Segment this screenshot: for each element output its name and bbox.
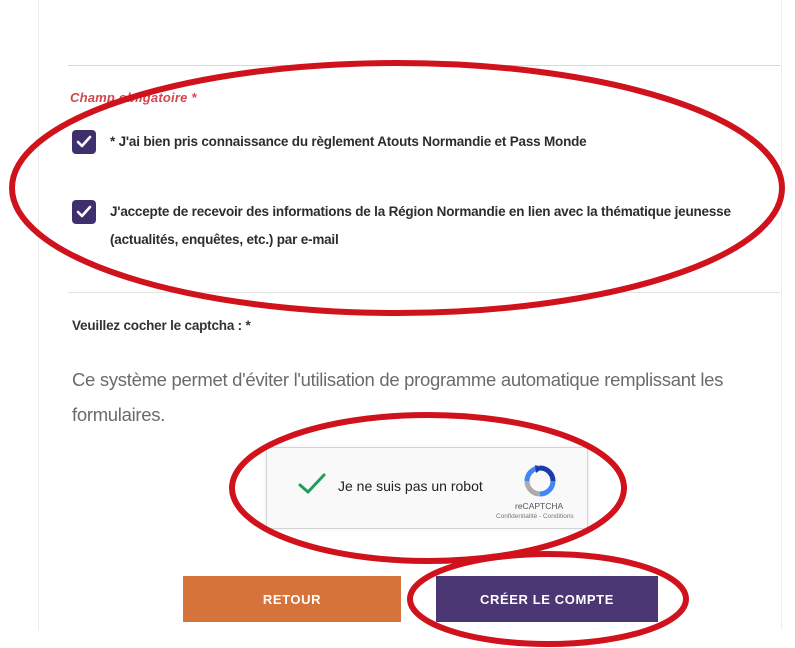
consent-info-checkbox[interactable] <box>72 200 96 224</box>
recaptcha-widget[interactable]: Je ne suis pas un robot reCAPTCHA Confid… <box>266 447 588 529</box>
captcha-title: Veuillez cocher le captcha : * <box>72 318 251 333</box>
recaptcha-links[interactable]: Confidentialité - Conditions <box>496 513 574 520</box>
checkmark-icon <box>76 135 92 148</box>
consent-info-label-line1: J'accepte de recevoir des informations d… <box>110 204 731 219</box>
consent-rules-checkbox[interactable] <box>72 130 96 154</box>
create-account-button[interactable]: CRÉER LE COMPTE <box>436 576 658 622</box>
consent-rules-label: * J'ai bien pris connaissance du règleme… <box>110 134 587 149</box>
back-button[interactable]: RETOUR <box>183 576 401 622</box>
recaptcha-logo-icon <box>524 465 556 497</box>
recaptcha-checkmark-icon[interactable] <box>297 472 327 496</box>
captcha-description: Ce système permet d'éviter l'utilisation… <box>72 369 724 425</box>
required-field-note: Champ obligatoire * <box>70 90 197 105</box>
recaptcha-label: Je ne suis pas un robot <box>338 478 483 494</box>
checkmark-icon <box>76 205 92 218</box>
recaptcha-brand: reCAPTCHA <box>515 501 564 511</box>
divider-top <box>68 65 780 66</box>
divider-middle <box>68 292 780 293</box>
consent-info-label-line2: (actualités, enquêtes, etc.) par e-mail <box>110 232 339 247</box>
